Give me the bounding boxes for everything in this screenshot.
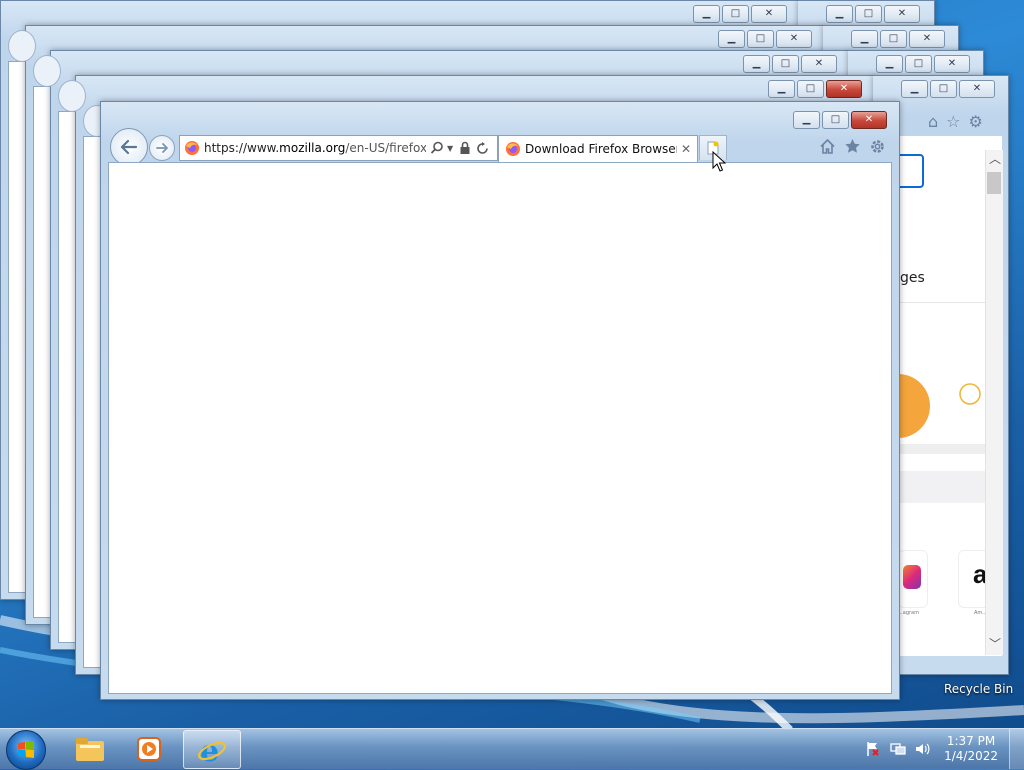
back-button-peek	[33, 55, 61, 87]
taskbar-explorer[interactable]	[62, 730, 118, 767]
maximize-button[interactable]: □	[822, 111, 849, 129]
lock-icon[interactable]	[459, 141, 471, 155]
maximize-button[interactable]: □	[930, 80, 957, 98]
back-arrow-icon	[120, 139, 138, 155]
minimize-button[interactable]: ▁	[826, 5, 853, 23]
tab-close-icon[interactable]: ✕	[681, 142, 691, 156]
tile-caption: ...agram	[898, 610, 919, 616]
star-icon[interactable]: ☆	[946, 112, 960, 131]
maximize-button[interactable]: □	[722, 5, 749, 23]
home-icon[interactable]: ⌂	[928, 112, 938, 131]
close-button[interactable]: ✕	[934, 55, 970, 73]
scroll-up-arrow[interactable]: ︿	[989, 150, 1001, 167]
back-button-peek	[58, 80, 86, 112]
tab-title: Download Firefox Browser ...	[525, 142, 677, 156]
ie-window-front[interactable]: ▁ □ ✕ https://www.mozilla.org/en-US/fire…	[100, 101, 900, 700]
maximize-button[interactable]: □	[905, 55, 932, 73]
close-button[interactable]: ✕	[959, 80, 995, 98]
star-icon[interactable]	[844, 138, 861, 155]
minimize-button[interactable]: ▁	[851, 30, 878, 48]
vertical-scrollbar[interactable]: ︿ ﹀	[985, 150, 1003, 655]
taskbar: e 1:37 PM 1/4/2022	[0, 728, 1024, 770]
address-bar[interactable]: https://www.mozilla.org/en-US/firefox/ne…	[179, 135, 498, 161]
mouse-cursor	[712, 151, 726, 172]
recycle-bin-label[interactable]: Recycle Bin	[944, 682, 1013, 696]
back-button[interactable]	[110, 128, 148, 166]
internet-explorer-icon: e	[197, 734, 227, 766]
volume-icon[interactable]	[914, 741, 930, 757]
start-button[interactable]	[6, 730, 46, 770]
minimize-button[interactable]: ▁	[768, 80, 795, 98]
close-button[interactable]: ✕	[884, 5, 920, 23]
firefox-favicon	[185, 141, 199, 155]
tab-active[interactable]: Download Firefox Browser ... ✕	[498, 135, 698, 162]
search-box-edge	[898, 154, 924, 188]
show-desktop-button[interactable]	[1009, 729, 1024, 769]
url-prefix: https://www.	[204, 141, 280, 155]
home-icon[interactable]	[819, 138, 836, 155]
maximize-button[interactable]: □	[855, 5, 882, 23]
minimize-button[interactable]: ▁	[693, 5, 720, 23]
maximize-button[interactable]: □	[797, 80, 824, 98]
section-heading-fragment: ges	[900, 270, 925, 286]
taskbar-internet-explorer[interactable]: e	[183, 730, 241, 769]
minimize-button[interactable]: ▁	[901, 80, 928, 98]
caption-buttons: ▁ □ ✕	[793, 111, 887, 129]
network-icon[interactable]	[890, 741, 906, 757]
close-button[interactable]: ✕	[851, 111, 887, 129]
address-url[interactable]: https://www.mozilla.org/en-US/firefox/ne	[204, 141, 426, 155]
folder-icon	[76, 737, 104, 761]
taskbar-media-player[interactable]	[121, 730, 177, 767]
minimize-button[interactable]: ▁	[718, 30, 745, 48]
close-button[interactable]: ✕	[751, 5, 787, 23]
caption-buttons: ▁ □ ✕	[693, 5, 787, 23]
maximize-button[interactable]: □	[747, 30, 774, 48]
url-path: /en-US/firefox/ne	[345, 141, 426, 155]
clock-date: 1/4/2022	[944, 749, 998, 763]
action-center-icon[interactable]	[866, 741, 880, 757]
gear-icon[interactable]: ⚙	[969, 112, 983, 131]
media-player-icon	[137, 736, 161, 761]
refresh-icon[interactable]	[476, 141, 489, 155]
firefox-favicon	[506, 142, 520, 156]
minimize-button[interactable]: ▁	[743, 55, 770, 73]
instagram-icon	[903, 565, 921, 589]
windows-logo-icon	[18, 741, 34, 758]
forward-button[interactable]	[149, 135, 175, 161]
close-button[interactable]: ✕	[801, 55, 837, 73]
dropdown-arrow-icon[interactable]: ▼	[447, 144, 453, 153]
gear-icon[interactable]	[869, 138, 886, 155]
maximize-button[interactable]: □	[880, 30, 907, 48]
close-button[interactable]: ✕	[826, 80, 862, 98]
url-domain: mozilla.org	[279, 141, 346, 155]
recycle-bin-icon[interactable]	[960, 660, 982, 680]
maximize-button[interactable]: □	[772, 55, 799, 73]
close-button[interactable]: ✕	[776, 30, 812, 48]
scrollbar-thumb[interactable]	[987, 172, 1001, 194]
page-content-area[interactable]	[108, 162, 892, 694]
minimize-button[interactable]: ▁	[876, 55, 903, 73]
command-icons	[819, 138, 886, 155]
back-button-peek	[8, 30, 36, 62]
scroll-down-arrow[interactable]: ﹀	[989, 635, 1001, 652]
close-button[interactable]: ✕	[909, 30, 945, 48]
clock-time: 1:37 PM	[946, 734, 996, 748]
command-icons: ⌂ ☆ ⚙	[928, 112, 983, 131]
system-clock[interactable]: 1:37 PM 1/4/2022	[944, 734, 998, 764]
minimize-button[interactable]: ▁	[793, 111, 820, 129]
search-icon[interactable]	[430, 141, 444, 155]
forward-arrow-icon	[156, 143, 168, 153]
instagram-tile[interactable]	[898, 550, 928, 608]
